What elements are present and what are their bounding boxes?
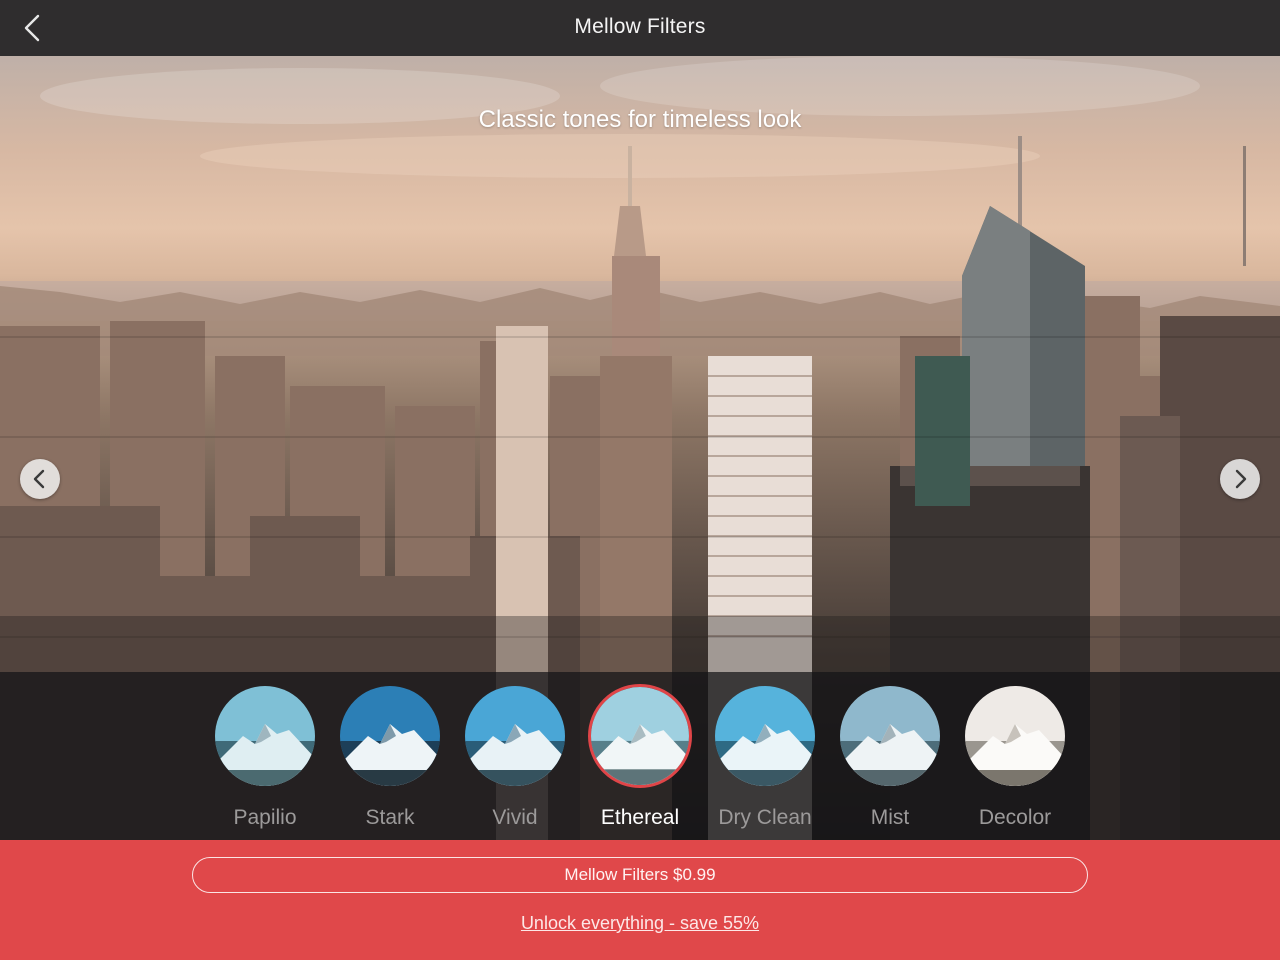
mountain-icon (465, 686, 565, 786)
mountain-icon (215, 686, 315, 786)
filter-thumbnail (965, 686, 1065, 786)
unlock-link-container: Unlock everything - save 55% (0, 913, 1280, 934)
filter-stark[interactable]: Stark (340, 686, 440, 829)
filter-decolor[interactable]: Decolor (965, 686, 1065, 829)
filter-thumbnail (215, 686, 315, 786)
filter-thumbnail (715, 686, 815, 786)
filter-thumbnail (465, 686, 565, 786)
filter-thumbnail (588, 684, 692, 788)
filter-ethereal[interactable]: Ethereal (588, 684, 692, 829)
next-button[interactable] (1220, 459, 1260, 499)
page-title: Mellow Filters (574, 15, 706, 38)
top-bar: Mellow Filters (0, 0, 1280, 57)
filter-thumbnail (340, 686, 440, 786)
purchase-panel: Mellow Filters $0.99 Unlock everything -… (0, 840, 1280, 960)
mountain-icon (965, 686, 1065, 786)
mountain-icon (340, 686, 440, 786)
chevron-left-icon (33, 469, 45, 489)
filter-mist[interactable]: Mist (840, 686, 940, 829)
filter-papilio[interactable]: Papilio (215, 686, 315, 829)
filter-strip: Papilio Stark Vivid Ethereal Dry Clean M… (0, 672, 1280, 840)
filter-tagline: Classic tones for timeless look (478, 106, 802, 133)
unlock-everything-link[interactable]: Unlock everything - save 55% (521, 913, 759, 933)
mountain-icon (591, 687, 689, 785)
previous-button[interactable] (20, 459, 60, 499)
mountain-icon (840, 686, 940, 786)
buy-button[interactable]: Mellow Filters $0.99 (192, 857, 1088, 893)
mountain-icon (715, 686, 815, 786)
filter-label: Decolor (978, 806, 1052, 829)
filter-vivid[interactable]: Vivid (465, 686, 565, 829)
filter-dry-clean[interactable]: Dry Clean (715, 686, 815, 829)
filter-thumbnail (840, 686, 940, 786)
chevron-right-icon (1235, 469, 1247, 489)
